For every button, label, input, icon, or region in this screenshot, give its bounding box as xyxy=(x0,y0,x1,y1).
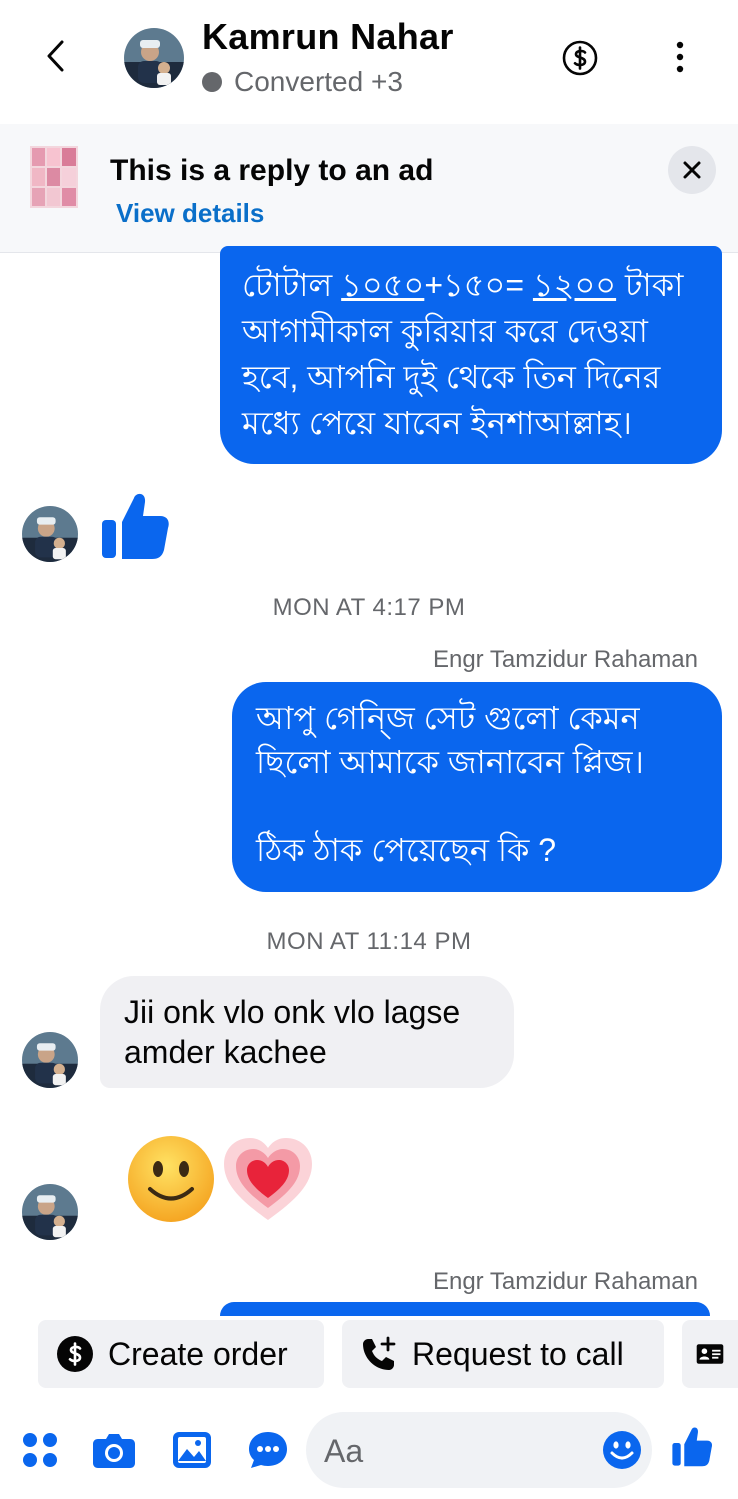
outgoing-message[interactable]: আপু গেন্জি সেট গুলো কেমন ছিলো আমাকে জানা… xyxy=(232,682,722,892)
phone-add-icon xyxy=(363,1336,396,1370)
apps-button[interactable] xyxy=(18,1428,62,1472)
chat-bubble-dots-icon xyxy=(249,1432,287,1468)
thumbs-up-reaction[interactable] xyxy=(98,488,172,567)
vertical-dots-icon xyxy=(676,41,684,73)
camera-icon xyxy=(93,1434,135,1468)
dollar-circle-icon xyxy=(562,40,598,76)
ad-reply-banner: This is a reply to an ad View details xyxy=(0,124,738,253)
ad-thumbnail[interactable] xyxy=(30,146,78,208)
heart-icon xyxy=(224,1138,312,1220)
close-icon xyxy=(683,161,701,179)
contact-status: Converted +3 xyxy=(202,66,403,98)
message-line: টোটাল ১০৫০+১৫০= ১২০০ টাকা xyxy=(242,262,722,308)
back-button[interactable] xyxy=(36,36,76,76)
contact-card-button[interactable] xyxy=(682,1320,738,1388)
more-options-button[interactable] xyxy=(664,38,696,78)
message-input[interactable] xyxy=(322,1412,586,1490)
gallery-button[interactable] xyxy=(170,1428,214,1472)
message-text: ১২০০ xyxy=(532,267,617,303)
message-line: ছিলো আমাকে জানাবেন প্লিজ। xyxy=(256,744,644,780)
message-line: আগামীকাল কুরিয়ার করে দেওয়া xyxy=(242,313,648,349)
message-text: ১০৫০ xyxy=(341,267,425,303)
close-ad-banner-button[interactable] xyxy=(668,146,716,194)
contact-card-icon xyxy=(696,1344,724,1364)
message-line: amder kachee xyxy=(124,1034,327,1070)
quick-actions-bar: Create order Request to call xyxy=(0,1316,738,1396)
contact-avatar[interactable] xyxy=(22,1032,78,1088)
create-order-label: Create order xyxy=(108,1335,288,1372)
image-icon xyxy=(173,1432,211,1468)
four-dots-icon xyxy=(23,1433,57,1467)
message-text: টোটাল xyxy=(242,267,342,303)
status-dot-icon xyxy=(202,72,222,92)
emoji-button[interactable] xyxy=(602,1430,642,1470)
camera-button[interactable] xyxy=(92,1428,136,1472)
outgoing-message[interactable]: টোটাল ১০৫০+১৫০= ১২০০ টাকা আগামীকাল কুরিয… xyxy=(220,246,722,464)
request-to-call-label: Request to call xyxy=(412,1335,624,1372)
contact-name: Kamrun Nahar xyxy=(202,16,454,57)
request-to-call-button[interactable]: Request to call xyxy=(342,1320,664,1388)
smiling-face-icon xyxy=(128,1136,214,1222)
sender-name: Engr Tamzidur Rahaman xyxy=(432,1268,698,1295)
message-line: Jii onk vlo onk vlo lagse xyxy=(124,994,461,1030)
contact-avatar[interactable] xyxy=(22,506,78,562)
chevron-left-icon xyxy=(47,40,64,72)
sender-name: Engr Tamzidur Rahaman xyxy=(432,646,698,673)
smiley-icon xyxy=(603,1431,641,1469)
message-composer xyxy=(0,1400,738,1499)
thumbs-up-icon xyxy=(672,1427,713,1467)
view-details-link[interactable]: View details xyxy=(116,198,264,229)
contact-avatar[interactable] xyxy=(124,28,184,88)
message-line: মধ্যে পেয়ে যাবেন ইনশাআল্লাহ। xyxy=(242,405,632,441)
thumbs-up-icon xyxy=(102,493,169,559)
emoji-message[interactable] xyxy=(126,1132,326,1228)
message-line: হবে, আপনি দুই থেকে তিন দিনের xyxy=(242,359,661,395)
message-line: আপু গেন্জি সেট গুলো কেমন xyxy=(256,700,640,736)
payment-button[interactable] xyxy=(560,38,600,78)
ad-title: This is a reply to an ad xyxy=(110,154,434,187)
outgoing-message-partial[interactable] xyxy=(220,1302,710,1316)
timestamp: MON AT 4:17 PM xyxy=(272,594,466,621)
message-text: টাকা xyxy=(616,267,684,303)
status-text: Converted +3 xyxy=(234,66,403,97)
contact-avatar[interactable] xyxy=(22,1184,78,1240)
timestamp: MON AT 11:14 PM xyxy=(266,928,472,955)
dollar-circle-icon xyxy=(57,1336,93,1372)
create-order-button[interactable]: Create order xyxy=(38,1320,324,1388)
chat-extras-button[interactable] xyxy=(246,1428,290,1472)
message-line: ঠিক ঠাক পেয়েছেন কি ? xyxy=(256,832,557,868)
chat-header: Kamrun Nahar Converted +3 xyxy=(0,0,738,124)
message-text: +১৫০= xyxy=(424,267,533,303)
message-input-container[interactable] xyxy=(306,1412,652,1490)
incoming-message[interactable]: Jii onk vlo onk vlo lagse amder kachee xyxy=(100,976,514,1088)
send-like-button[interactable] xyxy=(670,1424,714,1468)
